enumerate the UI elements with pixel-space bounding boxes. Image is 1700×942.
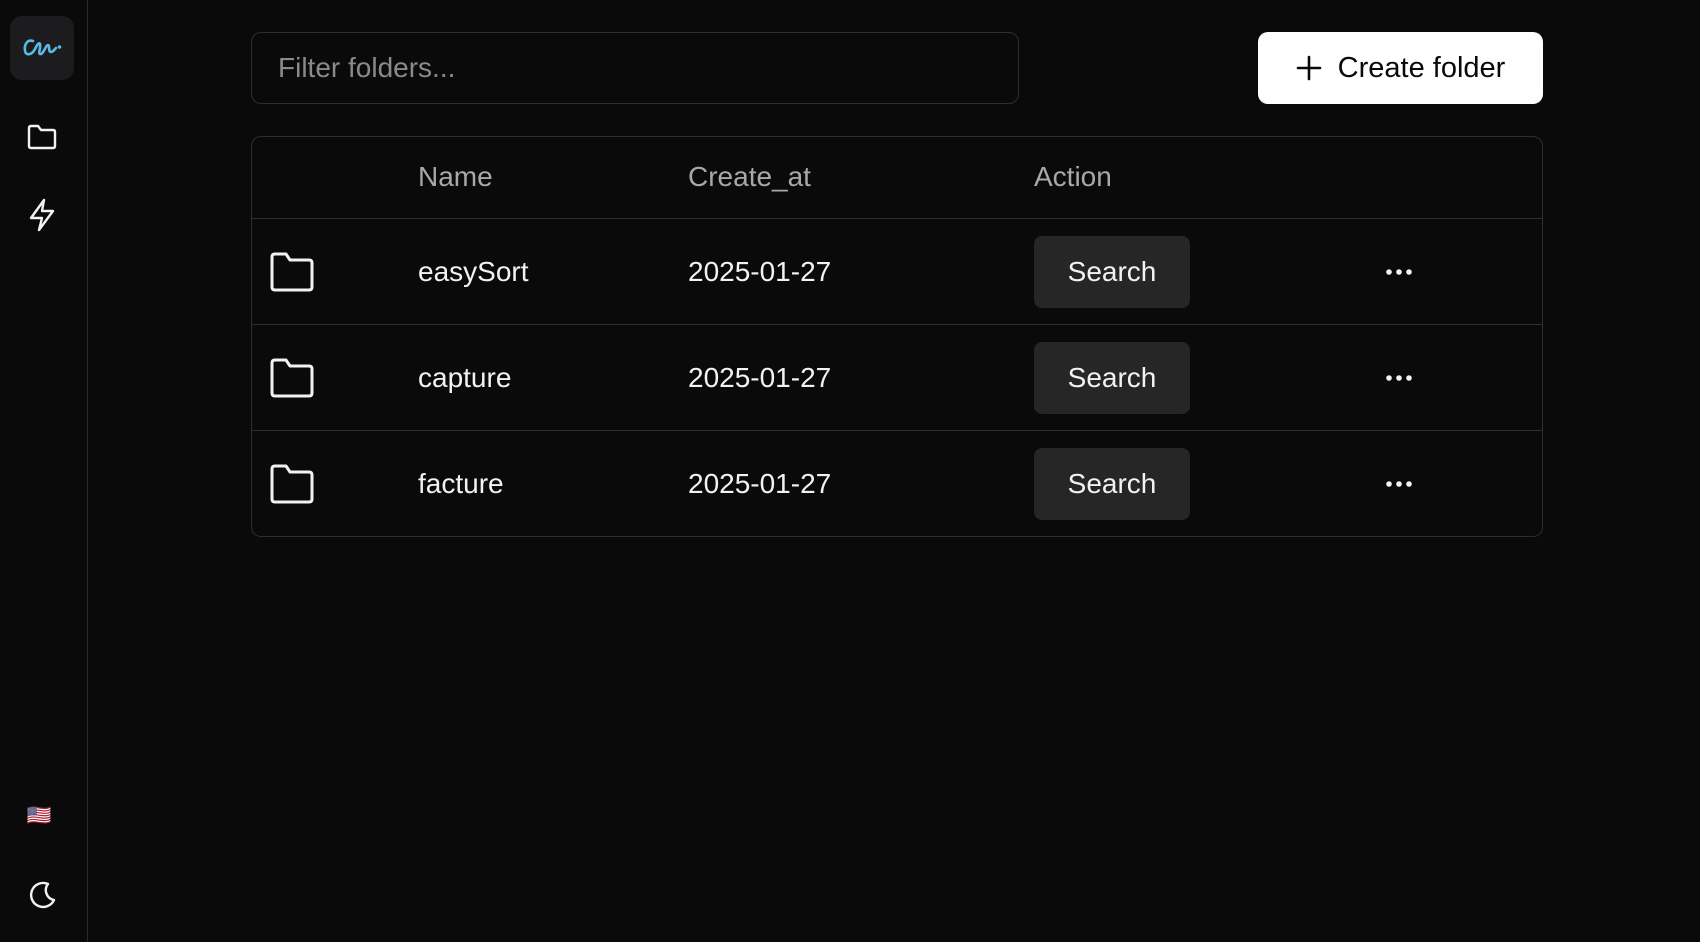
more-options-button[interactable] [1384,257,1414,287]
create-folder-button[interactable]: Create folder [1258,32,1543,104]
theme-toggle-button[interactable] [20,874,64,918]
language-selector[interactable]: 🇺🇸 [24,800,54,830]
folder-name: facture [418,468,504,499]
folder-icon [270,464,314,504]
us-flag-icon: 🇺🇸 [26,804,52,827]
column-header-name[interactable]: Name [418,137,493,217]
column-header-action: Action [1034,161,1112,192]
search-button[interactable]: Search [1034,342,1190,414]
table-row[interactable]: easySort 2025-01-27 Search [252,219,1542,325]
column-header-created-at[interactable]: Create_at [688,137,811,217]
table-row[interactable]: capture 2025-01-27 Search [252,325,1542,431]
more-options-button[interactable] [1384,363,1414,393]
sidebar-item-automations[interactable] [20,193,64,237]
filter-folders-input[interactable] [251,32,1019,104]
folder-icon [270,358,314,398]
folder-name: capture [418,362,512,393]
moon-icon [29,881,56,909]
more-horizontal-icon [1386,375,1412,381]
folders-table: Name Create_at Action easySort 2025-01-2… [251,136,1543,537]
more-horizontal-icon [1386,481,1412,487]
more-options-button[interactable] [1384,469,1414,499]
create-folder-label: Create folder [1337,51,1506,84]
table-header: Name Create_at Action [252,137,1542,219]
folder-created-at: 2025-01-27 [688,468,832,499]
signature-logo-icon [23,39,62,56]
folder-icon [270,252,314,292]
sidebar-item-folders[interactable] [20,115,64,159]
plus-icon [1296,55,1321,81]
lightning-icon [29,198,55,232]
app-window: 🇺🇸 Create folder Name Create_at Action e… [0,0,1700,942]
search-button[interactable]: Search [1034,448,1190,520]
search-button[interactable]: Search [1034,236,1190,308]
app-logo[interactable] [10,16,74,80]
table-row[interactable]: facture 2025-01-27 Search [252,431,1542,536]
folder-icon [27,124,57,150]
folder-created-at: 2025-01-27 [688,256,832,287]
folder-name: easySort [418,256,529,287]
sidebar: 🇺🇸 [0,0,88,942]
more-horizontal-icon [1386,269,1412,275]
folder-created-at: 2025-01-27 [688,362,832,393]
